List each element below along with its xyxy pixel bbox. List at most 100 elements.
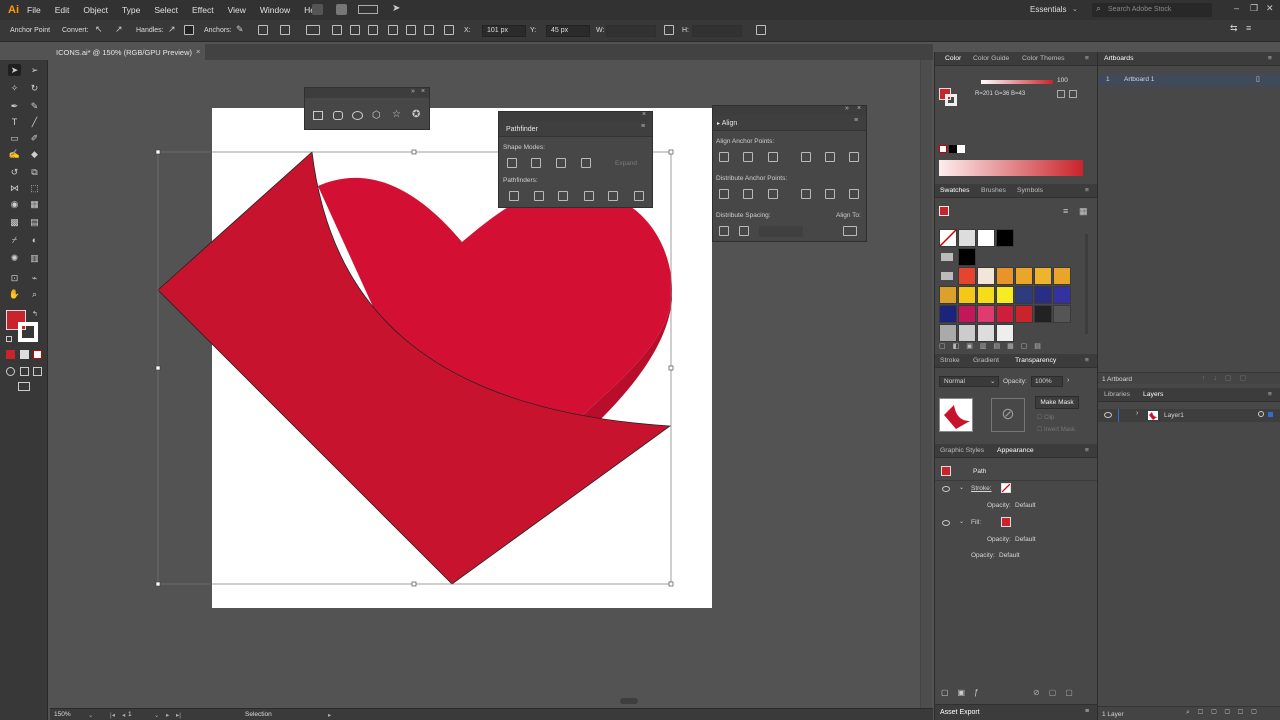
- connect-anchor-icon[interactable]: [258, 25, 268, 35]
- appearance-actions[interactable]: ▢▣ƒ: [941, 688, 988, 697]
- swatch[interactable]: [977, 305, 995, 323]
- panel-header[interactable]: » ×: [713, 105, 866, 115]
- swatch[interactable]: [977, 229, 995, 247]
- menu-effect[interactable]: Effect: [192, 5, 214, 15]
- swatch[interactable]: [996, 324, 1014, 342]
- merge-icon[interactable]: [558, 191, 568, 201]
- tab-color-themes[interactable]: Color Themes: [1022, 55, 1065, 62]
- arrange-documents-icon[interactable]: [358, 5, 378, 14]
- stroke-row-label[interactable]: Stroke:: [971, 485, 992, 492]
- swatch-folder-icon[interactable]: [939, 267, 957, 285]
- vertical-distribute-space-icon[interactable]: [719, 226, 729, 236]
- align-anchor-top-icon[interactable]: [801, 152, 811, 162]
- swatch[interactable]: [939, 324, 957, 342]
- rectangle-icon[interactable]: [313, 111, 323, 120]
- artboard-actions[interactable]: ↑↓▢▢: [1202, 374, 1254, 382]
- menu-object[interactable]: Object: [83, 5, 108, 15]
- rotate-tool-icon[interactable]: ↺: [8, 166, 21, 178]
- distribute-vcenter-icon[interactable]: [743, 189, 753, 199]
- menu-file[interactable]: File: [27, 5, 41, 15]
- search-stock-input[interactable]: Search Adobe Stock: [1092, 3, 1212, 17]
- color-slider[interactable]: [981, 80, 1053, 84]
- close-icon[interactable]: ×: [421, 88, 425, 95]
- horizontal-distribute-space-icon[interactable]: [739, 226, 749, 236]
- screen-mode-icon[interactable]: [18, 382, 30, 391]
- no-mask-icon[interactable]: ⊘: [991, 398, 1025, 432]
- trim-icon[interactable]: [534, 191, 544, 201]
- draw-behind-icon[interactable]: [20, 367, 29, 376]
- type-tool-icon[interactable]: T: [8, 116, 21, 128]
- exclude-icon[interactable]: [581, 158, 591, 168]
- grid-view-icon[interactable]: ▦: [1079, 206, 1088, 217]
- layer-row[interactable]: › Layer1: [1098, 409, 1280, 422]
- layer-name[interactable]: Layer1: [1164, 412, 1184, 419]
- last-artboard-icon[interactable]: ▸|: [176, 711, 181, 719]
- menu-edit[interactable]: Edit: [55, 5, 70, 15]
- minimize-button[interactable]: –: [1234, 3, 1239, 13]
- panel-menu-icon[interactable]: ≡: [1246, 23, 1256, 33]
- tab-color[interactable]: Color: [945, 55, 961, 62]
- swatch[interactable]: [996, 305, 1014, 323]
- swatch[interactable]: [996, 286, 1014, 304]
- eye-icon[interactable]: [1104, 412, 1112, 418]
- align-anchor-right-icon[interactable]: [768, 152, 778, 162]
- artboard-number[interactable]: 1: [128, 711, 132, 718]
- chevron-down-icon[interactable]: ⌄: [88, 711, 93, 719]
- swatch[interactable]: [1053, 305, 1071, 323]
- hide-handles-icon[interactable]: [184, 25, 194, 35]
- crop-icon[interactable]: [584, 191, 594, 201]
- rounded-rectangle-icon[interactable]: [333, 111, 343, 120]
- isolate-icon[interactable]: [306, 25, 320, 35]
- make-mask-button[interactable]: Make Mask: [1035, 396, 1079, 409]
- distribute-bottom-icon[interactable]: [768, 189, 778, 199]
- menu-type[interactable]: Type: [122, 5, 140, 15]
- swatch[interactable]: [996, 229, 1014, 247]
- color-spectrum[interactable]: [939, 160, 1083, 176]
- h-field[interactable]: [692, 25, 742, 37]
- align-anchor-bottom-icon[interactable]: [849, 152, 859, 162]
- align-to-dropdown[interactable]: [843, 226, 857, 236]
- stroke-swatch[interactable]: [18, 322, 38, 342]
- zoom-tool-icon[interactable]: ⌕: [28, 288, 41, 300]
- chevron-down-icon[interactable]: ⌄: [154, 711, 159, 719]
- panel-menu-icon[interactable]: ≡: [1085, 187, 1089, 194]
- gradient-mode-icon[interactable]: [20, 350, 29, 359]
- swatch[interactable]: [996, 267, 1014, 285]
- align-tab[interactable]: ▸ Align: [717, 120, 737, 127]
- panel-menu-icon[interactable]: ≡: [1085, 708, 1089, 715]
- constrain-link-icon[interactable]: [664, 25, 674, 35]
- spacing-field[interactable]: [759, 226, 803, 237]
- shape-builder-tool-icon[interactable]: ◉: [8, 198, 21, 210]
- selection-tool-icon[interactable]: ➤: [8, 64, 21, 76]
- star-icon[interactable]: ☆: [392, 109, 401, 120]
- color-mode-icon[interactable]: [6, 350, 15, 359]
- prev-artboard-icon[interactable]: ◂: [122, 711, 125, 719]
- swatch[interactable]: [1034, 267, 1052, 285]
- close-icon[interactable]: ×: [857, 105, 861, 112]
- align-bottom-icon[interactable]: [424, 25, 434, 35]
- swatch[interactable]: [958, 305, 976, 323]
- eyedropper-tool-icon[interactable]: ⌿: [8, 234, 21, 246]
- tab-graphic-styles[interactable]: Graphic Styles: [940, 447, 984, 454]
- bridge-icon[interactable]: [312, 4, 323, 15]
- artboard-tool-icon[interactable]: ⊡: [8, 272, 21, 284]
- tab-gradient[interactable]: Gradient: [973, 357, 999, 364]
- magic-wand-tool-icon[interactable]: ✧: [8, 82, 21, 94]
- tab-color-guide[interactable]: Color Guide: [973, 55, 1009, 62]
- white-swatch[interactable]: [957, 145, 965, 153]
- convert-corner-icon[interactable]: ↖: [95, 24, 105, 34]
- out-of-gamut-icon[interactable]: [1069, 90, 1077, 98]
- w-field[interactable]: [606, 25, 656, 37]
- ellipse-icon[interactable]: [352, 111, 363, 120]
- status-menu-icon[interactable]: ▸: [328, 711, 331, 719]
- eraser-tool-icon[interactable]: ◆: [28, 148, 41, 160]
- swatches-scrollbar[interactable]: [1085, 234, 1088, 334]
- swatch[interactable]: [1034, 286, 1052, 304]
- panel-menu-icon[interactable]: ≡: [854, 117, 858, 124]
- slice-tool-icon[interactable]: ⌁: [28, 272, 41, 284]
- menu-view[interactable]: View: [228, 5, 246, 15]
- swatch[interactable]: [958, 229, 976, 247]
- chevron-down-icon[interactable]: ⌄: [959, 518, 964, 525]
- tab-libraries[interactable]: Libraries: [1104, 391, 1130, 398]
- zoom-level[interactable]: 150%: [54, 711, 71, 718]
